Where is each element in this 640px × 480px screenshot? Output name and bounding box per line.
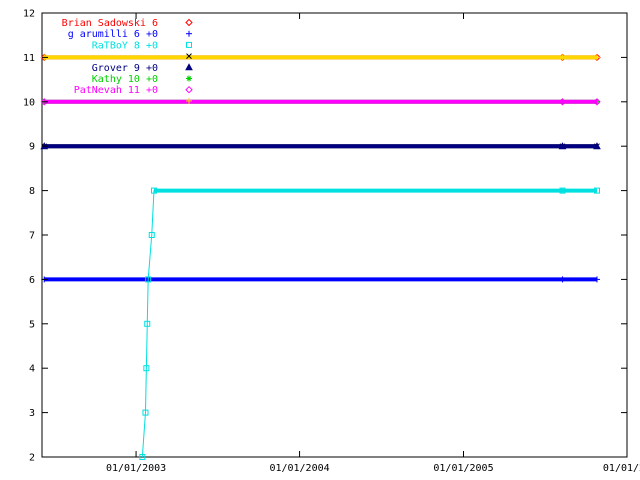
y-tick-label: 4 [29, 364, 35, 375]
legend-label-5: Kathy 10 +0 [92, 74, 158, 85]
series-layer [40, 53, 601, 460]
progress-chart: 2 3 4 5 6 7 8 9 10 11 12 01/01/2003 01/01/2004 01/01/… [23, 9, 640, 475]
y-tick-label: 12 [23, 9, 35, 20]
y-tick-label: 9 [29, 142, 35, 153]
series-7 [41, 54, 600, 61]
data-point [593, 54, 600, 61]
legend-marker-6 [185, 85, 193, 94]
series-1 [41, 276, 600, 283]
y-tick-label: 7 [29, 231, 35, 242]
y-tick-label: 3 [29, 408, 35, 419]
x-tick-label: 01/01/2003 [106, 463, 166, 474]
data-point [559, 54, 566, 61]
x-tick-label: 01/01/2004 [269, 463, 329, 474]
x-tick-label: 01/01/2005 [433, 463, 493, 474]
series-4 [40, 142, 601, 150]
legend: Brian Sadowski 6g arumilli 6 +0RaTBoY 8 … [62, 18, 193, 104]
legend-label-0: Brian Sadowski 6 [62, 18, 158, 29]
data-point [559, 276, 566, 283]
legend-marker-2 [186, 41, 192, 48]
y-tick-label: 10 [23, 97, 35, 108]
x-tick-label: 01/01/20 [603, 463, 640, 474]
series-line-2 [141, 190, 597, 458]
legend-label-4: Grover 9 +0 [92, 63, 158, 74]
y-tick-label: 5 [29, 319, 35, 330]
y-tick-label: 8 [29, 186, 35, 197]
legend-marker-1 [186, 30, 192, 37]
legend-marker-0 [185, 18, 193, 27]
data-point [593, 276, 600, 283]
legend-label-6: PatNevah 11 +0 [74, 85, 158, 96]
series-6 [40, 98, 601, 106]
y-tick-label: 6 [29, 275, 35, 286]
y-tick-label: 2 [29, 453, 35, 464]
legend-marker-5 [186, 75, 192, 82]
y-tick-label: 11 [23, 53, 35, 64]
legend-label-1: g arumilli 6 +0 [68, 29, 158, 40]
legend-label-2: RaTBoY 8 +0 [92, 40, 158, 51]
series-2 [139, 187, 600, 460]
legend-marker-4 [185, 63, 193, 71]
